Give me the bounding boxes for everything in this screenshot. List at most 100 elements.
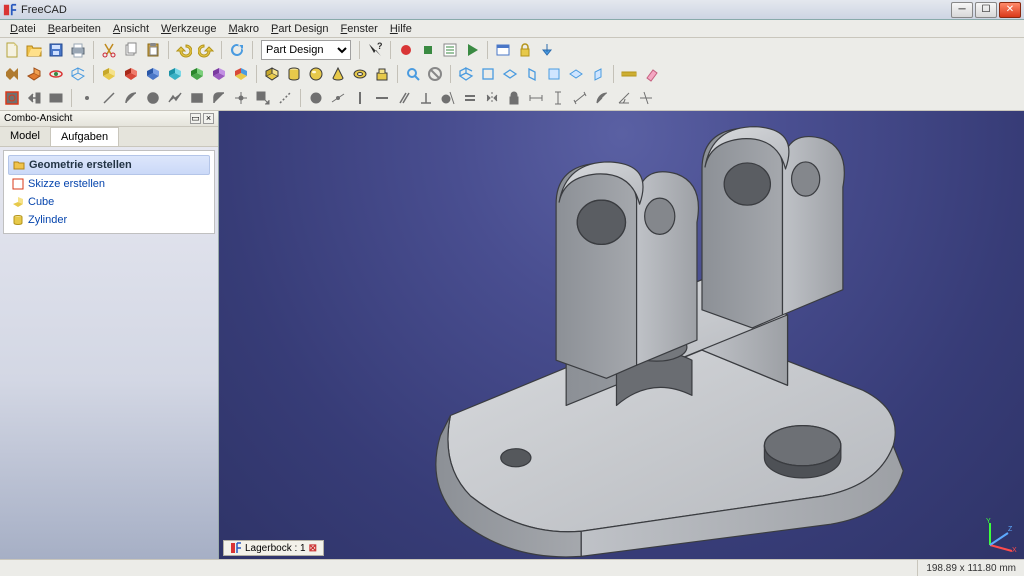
cone-primitive-icon[interactable] (328, 64, 348, 84)
close-button[interactable]: ✕ (999, 2, 1021, 18)
redo-button[interactable] (196, 40, 216, 60)
sketch-new-icon[interactable] (2, 88, 22, 108)
con-horizontal-icon[interactable] (372, 88, 392, 108)
sketch-construction-icon[interactable] (275, 88, 295, 108)
tab-aufgaben[interactable]: Aufgaben (51, 127, 119, 146)
sketch-view-icon[interactable] (46, 88, 66, 108)
sketch-arc-icon[interactable] (121, 88, 141, 108)
cube-compound-icon[interactable] (231, 64, 251, 84)
copy-button[interactable] (121, 40, 141, 60)
draw-style-icon[interactable] (24, 64, 44, 84)
cube-blue-icon[interactable] (143, 64, 163, 84)
con-symmetric-icon[interactable] (482, 88, 502, 108)
sketch-leave-icon[interactable] (24, 88, 44, 108)
lock-button[interactable] (515, 40, 535, 60)
menu-fenster[interactable]: Fenster (335, 22, 384, 36)
svg-text:Z: Z (1008, 526, 1013, 533)
view-right-icon[interactable] (522, 64, 542, 84)
measure-icon[interactable] (619, 64, 639, 84)
con-length-icon[interactable] (570, 88, 590, 108)
con-lock-icon[interactable] (504, 88, 524, 108)
menu-makro[interactable]: Makro (222, 22, 265, 36)
sphere-primitive-icon[interactable] (306, 64, 326, 84)
open-file-button[interactable] (24, 40, 44, 60)
task-panel: Geometrie erstellen Skizze erstellen Cub… (3, 150, 215, 234)
no-entry-icon[interactable] (425, 64, 445, 84)
menu-hilfe[interactable]: Hilfe (384, 22, 418, 36)
task-link-cube[interactable]: Cube (8, 193, 210, 211)
view-rear-icon[interactable] (544, 64, 564, 84)
con-vertical-icon[interactable] (350, 88, 370, 108)
menu-werkzeuge[interactable]: Werkzeuge (155, 22, 222, 36)
con-angle-icon[interactable] (614, 88, 634, 108)
con-perp-icon[interactable] (416, 88, 436, 108)
workbench-selector[interactable]: Part Design (261, 40, 351, 60)
sketch-fillet-icon[interactable] (209, 88, 229, 108)
view-top-icon[interactable] (500, 64, 520, 84)
menu-ansicht[interactable]: Ansicht (107, 22, 155, 36)
maximize-button[interactable]: ☐ (975, 2, 997, 18)
con-snell-icon[interactable] (636, 88, 656, 108)
task-link-skizze[interactable]: Skizze erstellen (8, 175, 210, 193)
con-radius-icon[interactable] (592, 88, 612, 108)
cut-button[interactable] (99, 40, 119, 60)
erase-icon[interactable] (641, 64, 661, 84)
sketch-external-icon[interactable] (253, 88, 273, 108)
arrow-down-button[interactable] (537, 40, 557, 60)
box-primitive-icon[interactable] (262, 64, 282, 84)
menu-datei[interactable]: Datei (4, 22, 42, 36)
con-parallel-icon[interactable] (394, 88, 414, 108)
document-tab[interactable]: Lagerbock : 1 ⊠ (223, 540, 324, 556)
cylinder-primitive-icon[interactable] (284, 64, 304, 84)
close-tab-icon[interactable]: ⊠ (309, 543, 317, 554)
undo-button[interactable] (174, 40, 194, 60)
cube-cyan-icon[interactable] (165, 64, 185, 84)
menu-part-design[interactable]: Part Design (265, 22, 334, 36)
task-header[interactable]: Geometrie erstellen (8, 155, 210, 175)
refresh-button[interactable] (227, 40, 247, 60)
panel-undock-icon[interactable]: ▭ (190, 113, 201, 124)
view-left-icon[interactable] (588, 64, 608, 84)
save-file-button[interactable] (46, 40, 66, 60)
view-front-icon[interactable] (478, 64, 498, 84)
cube-green-icon[interactable] (187, 64, 207, 84)
view-orbit-icon[interactable] (46, 64, 66, 84)
tab-model[interactable]: Model (0, 127, 51, 146)
3d-viewport[interactable]: Lagerbock : 1 ⊠ Y X Z (219, 111, 1024, 559)
con-hdist-icon[interactable] (526, 88, 546, 108)
dialog-button[interactable] (493, 40, 513, 60)
zoom-fit-icon[interactable] (403, 64, 423, 84)
cube-yellow-icon[interactable] (99, 64, 119, 84)
task-link-zylinder[interactable]: Zylinder (8, 211, 210, 229)
macro-stop-button[interactable] (418, 40, 438, 60)
sketch-polyline-icon[interactable] (165, 88, 185, 108)
new-file-button[interactable] (2, 40, 22, 60)
macro-record-button[interactable] (396, 40, 416, 60)
sketch-line-icon[interactable] (99, 88, 119, 108)
cube-purple-icon[interactable] (209, 64, 229, 84)
whatsthis-button[interactable]: ? (365, 40, 385, 60)
paste-button[interactable] (143, 40, 163, 60)
macro-play-button[interactable] (462, 40, 482, 60)
view-iso-icon[interactable] (456, 64, 476, 84)
con-point-on-icon[interactable] (328, 88, 348, 108)
menu-bearbeiten[interactable]: Bearbeiten (42, 22, 107, 36)
con-vdist-icon[interactable] (548, 88, 568, 108)
sketch-rect-icon[interactable] (187, 88, 207, 108)
print-button[interactable] (68, 40, 88, 60)
wireframe-icon[interactable] (68, 64, 88, 84)
view-bottom-icon[interactable] (566, 64, 586, 84)
con-equal-icon[interactable] (460, 88, 480, 108)
macro-list-button[interactable] (440, 40, 460, 60)
con-coincident-icon[interactable] (306, 88, 326, 108)
sketch-trim-icon[interactable] (231, 88, 251, 108)
cube-red-icon[interactable] (121, 64, 141, 84)
con-tangent-icon[interactable] (438, 88, 458, 108)
torus-primitive-icon[interactable] (350, 64, 370, 84)
sketch-point-icon[interactable] (77, 88, 97, 108)
part-extrude-icon[interactable] (372, 64, 392, 84)
fit-all-icon[interactable] (2, 64, 22, 84)
minimize-button[interactable]: ─ (951, 2, 973, 18)
panel-close-icon[interactable]: × (203, 113, 214, 124)
sketch-circle-icon[interactable] (143, 88, 163, 108)
